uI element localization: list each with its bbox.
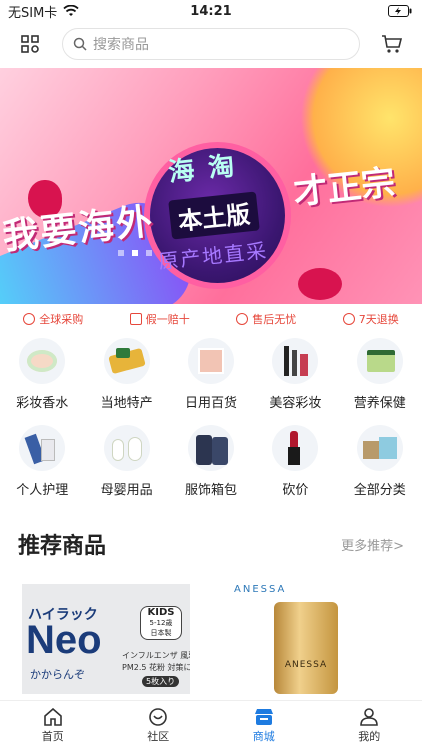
product-badge: KIDS 5-12歳 日本製 — [140, 606, 182, 640]
cart-icon — [382, 35, 403, 53]
tab-label: 我的 — [358, 729, 381, 743]
feature-label: 7天退换 — [358, 313, 399, 326]
category-image-care — [19, 425, 66, 471]
category-image-health — [356, 338, 403, 384]
feature-item: 全球采购 — [23, 311, 83, 327]
feature-strip: 全球采购 假一赔十 售后无忧 7天退换 — [0, 304, 422, 334]
category-item[interactable]: 日用百货 — [169, 338, 253, 411]
category-image-makeup — [19, 338, 66, 384]
category-item[interactable]: 砍价 — [253, 425, 337, 498]
category-item[interactable]: 彩妆香水 — [0, 338, 84, 411]
tab-mine[interactable]: 我的 — [339, 707, 399, 744]
search-placeholder: 搜索商品 — [93, 37, 149, 53]
service-icon — [236, 313, 249, 325]
receipt-icon — [129, 313, 142, 325]
category-item[interactable]: 个人护理 — [0, 425, 84, 498]
category-label: 母婴用品 — [100, 483, 153, 498]
category-label: 服饰箱包 — [184, 483, 237, 498]
category-image-baby — [103, 425, 150, 471]
category-label: 个人护理 — [16, 483, 69, 498]
banner-decoration — [298, 268, 342, 300]
search-input[interactable]: 搜索商品 — [62, 28, 360, 60]
pager-dot[interactable] — [146, 250, 152, 256]
cart-button[interactable] — [376, 28, 408, 60]
user-icon — [360, 707, 379, 726]
tab-label: 社区 — [147, 729, 170, 743]
community-icon — [149, 707, 168, 726]
category-label: 当地特产 — [100, 396, 153, 411]
scan-button[interactable] — [14, 28, 46, 60]
category-image-all — [356, 425, 403, 471]
return-icon — [342, 313, 355, 325]
category-image-daily — [187, 338, 234, 384]
category-item[interactable]: 服饰箱包 — [169, 425, 253, 498]
feature-label: 售后无忧 — [252, 313, 297, 326]
category-label: 日用百货 — [184, 396, 237, 411]
category-item[interactable]: 母婴用品 — [84, 425, 168, 498]
more-recommend-link[interactable]: 更多推荐> — [341, 535, 404, 554]
bottom-tab-bar: 首页 社区 商城 我的 — [0, 700, 422, 750]
tab-community[interactable]: 社区 — [128, 707, 188, 744]
category-grid: 彩妆香水 当地特产 日用百货 美容彩妆 营养保健 个人护理 母婴用品 服饰箱包 … — [0, 334, 422, 498]
status-left: 无SIM卡 — [8, 2, 79, 21]
pager-dot[interactable] — [132, 250, 138, 256]
product-subtitle: かからんぞ — [30, 668, 85, 681]
product-brand-text: ANESSA — [234, 584, 287, 595]
category-item[interactable]: 美容彩妆 — [253, 338, 337, 411]
product-list: ハイラック Neo かからんぞ KIDS 5-12歳 日本製 インフルエンザ 風… — [0, 560, 422, 694]
tab-shop[interactable]: 商城 — [234, 708, 294, 744]
category-label: 彩妆香水 — [16, 396, 69, 411]
globe-icon — [23, 313, 36, 325]
category-label: 全部分类 — [353, 483, 406, 498]
recommend-header: 推荐商品 更多推荐> — [0, 498, 422, 560]
category-item[interactable]: 营养保健 — [338, 338, 422, 411]
banner-pager — [118, 250, 152, 256]
product-card[interactable]: ハイラック Neo かからんぞ KIDS 5-12歳 日本製 インフルエンザ 風… — [22, 584, 190, 694]
tab-home[interactable]: 首页 — [23, 707, 83, 744]
scan-icon — [21, 35, 39, 53]
shop-icon — [254, 708, 273, 725]
product-logo: Neo — [26, 618, 102, 662]
category-image-beauty — [272, 338, 319, 384]
product-card[interactable]: ANESSA ANESSA — [220, 584, 388, 694]
product-badge-subtext: 5-12歳 — [149, 619, 173, 627]
category-item[interactable]: 当地特产 — [84, 338, 168, 411]
promo-banner[interactable]: 海淘 本土版 原产地直采 我要海外 才正宗 — [0, 68, 422, 304]
product-badge-origin: 日本製 — [150, 629, 172, 637]
feature-label: 全球采购 — [39, 313, 84, 326]
recommend-title: 推荐商品 — [18, 534, 107, 559]
carrier-label: 无SIM卡 — [8, 5, 58, 21]
product-bottle-text: ANESSA — [284, 660, 328, 670]
category-label: 营养保健 — [353, 396, 406, 411]
feature-item: 售后无忧 — [236, 311, 296, 327]
search-icon — [73, 37, 87, 51]
home-icon — [43, 707, 62, 726]
tab-label: 商城 — [252, 729, 275, 743]
category-item[interactable]: 全部分类 — [338, 425, 422, 498]
product-note: PM2.5 花粉 対策に — [122, 663, 190, 672]
feature-label: 假一赔十 — [145, 313, 190, 326]
status-bar: 无SIM卡 14:21 — [0, 0, 422, 22]
top-bar: 搜索商品 — [0, 22, 422, 66]
product-badge-text: KIDS — [147, 607, 175, 618]
category-image-luggage — [187, 425, 234, 471]
feature-item: 7天退换 — [342, 311, 399, 327]
category-image-local — [103, 338, 150, 384]
product-note: インフルエンザ 風邪 — [122, 651, 190, 660]
wifi-icon — [63, 5, 79, 16]
product-bottle: ANESSA — [274, 602, 338, 694]
tab-label: 首页 — [41, 729, 64, 743]
product-count: 5枚入り — [142, 676, 180, 687]
battery-icon — [388, 5, 412, 17]
category-image-bargain — [272, 425, 319, 471]
category-label: 美容彩妆 — [269, 396, 322, 411]
category-label: 砍价 — [282, 483, 309, 498]
pager-dot[interactable] — [118, 250, 124, 256]
feature-item: 假一赔十 — [129, 311, 190, 327]
